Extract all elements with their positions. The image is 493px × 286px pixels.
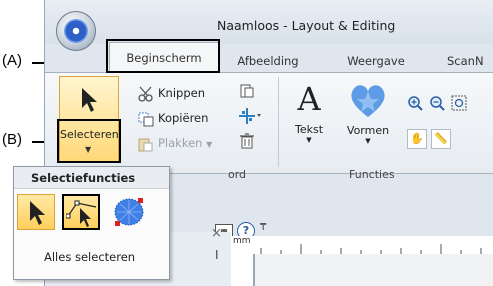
paste-special-icon[interactable] [239,83,255,99]
panel-close-icon[interactable]: × [211,226,222,241]
ruler-ticks [260,244,482,254]
quick-access-dropdown-icon[interactable]: ₸ [260,222,266,233]
menu-header: Selectiefuncties [14,167,169,189]
paste-icon [138,138,153,151]
heart-star-shapes-icon [351,85,385,117]
arrow-pointer-icon [82,88,97,112]
functions-group-label: Functies [349,168,395,181]
tab-weergave[interactable]: Weergave [341,50,411,72]
scissors-icon [138,86,153,102]
tab-afbeelding[interactable]: Afbeelding [233,50,303,72]
horizontal-ruler: mm [231,236,493,255]
callout-a-label: (A) [2,52,22,69]
pan-tool-button[interactable]: ✋ [407,129,427,149]
text-label: Tekst [294,123,324,136]
zoom-in-icon[interactable] [407,95,423,111]
selection-functions-menu: Selectiefuncties Alles selecteren [13,166,170,280]
pointer-select-icon [30,201,45,225]
text-dropdown-icon: ▼ [306,136,312,144]
pointer-select-option[interactable] [17,194,55,230]
copy-button[interactable]: Kopiëren [137,108,208,128]
shapes-button[interactable]: Vormen ▼ [342,79,394,145]
measure-tool-button[interactable]: 📏 [431,129,451,149]
paste-label: Plakken [158,136,203,150]
app-logo-icon [64,19,88,43]
point-edit-select-option[interactable] [62,194,100,230]
circle-select-option[interactable] [110,194,148,230]
cut-label: Knippen [158,86,205,100]
point-edit-select-icon [66,200,97,227]
select-highlight-frame [57,119,121,163]
select-all-item[interactable]: Alles selecteren [14,245,169,269]
window-title: Naamloos - Layout & Editing [217,18,396,33]
zoom-fit-icon[interactable] [451,95,467,111]
delete-icon[interactable] [239,133,255,149]
group-separator [278,77,279,167]
copy-label: Kopiëren [158,111,209,125]
copy-icon [138,112,154,126]
design-canvas[interactable] [254,254,493,286]
text-icon: A [297,80,321,118]
circle-select-icon [114,198,144,226]
cut-button[interactable]: Knippen [137,83,205,103]
clipboard-group-label: ord [228,168,247,181]
shapes-dropdown-icon: ▼ [365,137,371,145]
panel-tool-icon[interactable]: I [215,248,219,262]
align-icon[interactable] [239,108,261,124]
zoom-out-icon[interactable] [429,95,445,111]
paste-button[interactable]: Plakken ▼ [137,133,212,153]
shapes-label: Vormen [346,124,390,137]
callout-b-label: (B) [2,131,22,148]
paste-dropdown-icon[interactable]: ▼ [206,140,212,149]
tab-scan[interactable]: ScanN [447,50,493,72]
tab-beginscherm[interactable]: Beginscherm [109,42,219,72]
vertical-ruler [231,254,254,286]
text-button[interactable]: A Tekst ▼ [289,81,329,144]
ruler-unit: mm [233,236,251,246]
title-bar: Naamloos - Layout & Editing [45,0,493,44]
application-menu-button[interactable] [56,11,96,51]
